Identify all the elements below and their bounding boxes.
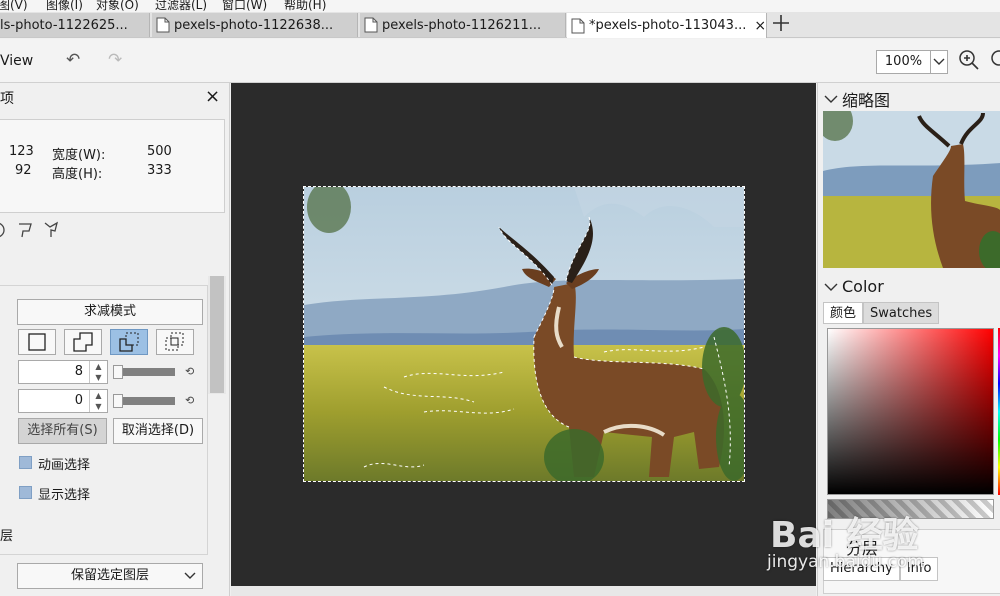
menu-image[interactable]: 图像(I) bbox=[46, 0, 83, 12]
reset-icon[interactable]: ⟲ bbox=[185, 365, 194, 378]
baidu-watermark: Bai 经验 jingyan.baidu.com bbox=[765, 488, 1000, 578]
document-tab-label: *pexels-photo-113043... bbox=[589, 18, 747, 33]
menu-help[interactable]: 帮助(H) bbox=[284, 0, 326, 12]
replace-mode-icon bbox=[28, 333, 46, 351]
zoom-in-icon[interactable] bbox=[958, 49, 980, 75]
animate-selection-checkbox[interactable] bbox=[19, 456, 32, 469]
show-selection-label: 显示选择 bbox=[38, 488, 91, 503]
image-file-icon bbox=[156, 17, 170, 33]
feather-value: 8 bbox=[74, 364, 83, 379]
spin-down-icon[interactable]: ▼ bbox=[90, 401, 107, 412]
menu-filter[interactable]: 过滤器(L) bbox=[155, 0, 207, 12]
image-file-icon bbox=[571, 18, 585, 34]
slider-knob[interactable] bbox=[113, 365, 123, 379]
watermark-url: jingyan.baidu.com bbox=[767, 552, 924, 572]
chevron-down-icon bbox=[824, 95, 838, 103]
height-value: 333 bbox=[147, 163, 172, 178]
document-tab-3[interactable]: pexels-photo-1126211... bbox=[360, 13, 566, 37]
show-selection-checkbox[interactable] bbox=[19, 486, 32, 499]
magnetic-lasso-icon[interactable] bbox=[42, 221, 62, 243]
impala-photo bbox=[304, 187, 744, 481]
close-icon[interactable]: × bbox=[754, 18, 766, 34]
height-label: 高度(H): bbox=[52, 167, 103, 182]
selection-y-value: 92 bbox=[15, 163, 32, 178]
reset-icon[interactable]: ⟲ bbox=[185, 394, 194, 407]
zoom-combobox[interactable]: 100% bbox=[876, 50, 948, 74]
status-bar bbox=[231, 586, 816, 596]
close-icon[interactable]: × bbox=[205, 86, 220, 107]
spin-up-icon[interactable]: ▲ bbox=[90, 361, 107, 372]
tolerance-spinbox[interactable]: 0 ▲ ▼ bbox=[18, 389, 108, 413]
color-picker-field[interactable] bbox=[827, 328, 994, 495]
spin-up-icon[interactable]: ▲ bbox=[90, 390, 107, 401]
tab-color[interactable]: 颜色 bbox=[823, 302, 864, 324]
ellipse-select-icon[interactable] bbox=[0, 221, 8, 243]
tool-options-panel: 项 × 123 92 宽度(W): 500 高度(H): 333 求减模式 8 bbox=[0, 83, 230, 596]
tab-swatches[interactable]: Swatches bbox=[863, 302, 940, 324]
thumbnail-header[interactable]: 缩略图 bbox=[824, 87, 890, 111]
document-tab-label: ls-photo-1122625... bbox=[0, 17, 128, 33]
keep-selected-layer-dropdown[interactable]: 保留选定图层 bbox=[17, 563, 203, 589]
thumbnail-preview[interactable] bbox=[823, 111, 1000, 268]
toolbar: View ↶ ↷ 100% bbox=[0, 39, 1000, 83]
document-tab-bar: ls-photo-1122625... pexels-photo-1122638… bbox=[0, 12, 1000, 38]
thumbnail-image bbox=[823, 111, 1000, 268]
redo-icon[interactable]: ↷ bbox=[108, 50, 122, 70]
intersect-mode-button[interactable] bbox=[156, 329, 194, 355]
document-tab-active[interactable]: *pexels-photo-113043... × bbox=[567, 13, 767, 38]
selection-mode-button[interactable]: 求减模式 bbox=[17, 299, 203, 325]
document-tab-2[interactable]: pexels-photo-1122638... bbox=[152, 13, 358, 37]
union-mode-icon bbox=[73, 332, 93, 352]
intersect-mode-icon bbox=[165, 332, 184, 351]
zoom-fit-icon[interactable] bbox=[990, 49, 1000, 75]
layer-section-label: 层 bbox=[0, 529, 14, 544]
document-tab-label: pexels-photo-1126211... bbox=[382, 17, 542, 33]
chevron-down-icon bbox=[824, 283, 838, 291]
zoom-value: 100% bbox=[877, 51, 931, 73]
chevron-down-icon bbox=[184, 564, 196, 596]
panel-title: 项 bbox=[0, 91, 14, 107]
image-canvas[interactable] bbox=[303, 186, 745, 482]
slider-knob[interactable] bbox=[113, 394, 123, 408]
union-mode-button[interactable] bbox=[64, 329, 102, 355]
menubar: 图(V) 图像(I) 对象(O) 过滤器(L) 窗口(W) 帮助(H) bbox=[0, 0, 1000, 12]
canvas-area[interactable] bbox=[231, 83, 816, 586]
selection-shape-tools bbox=[0, 221, 62, 243]
color-tabs: 颜色 Swatches bbox=[823, 302, 940, 324]
animate-selection-label: 动画选择 bbox=[38, 458, 91, 473]
deselect-button[interactable]: 取消选择(D) bbox=[113, 418, 203, 444]
color-header[interactable]: Color bbox=[824, 277, 884, 296]
feather-slider[interactable] bbox=[113, 365, 175, 379]
width-value: 500 bbox=[147, 144, 172, 159]
exclude-mode-button[interactable] bbox=[110, 329, 148, 355]
select-all-button[interactable]: 选择所有(S) bbox=[18, 418, 107, 444]
scrollbar-thumb[interactable] bbox=[210, 276, 224, 393]
color-title: Color bbox=[842, 277, 884, 296]
replace-mode-button[interactable] bbox=[18, 329, 56, 355]
lasso-icon[interactable] bbox=[16, 221, 34, 243]
image-file-icon bbox=[364, 17, 378, 33]
width-label: 宽度(W): bbox=[52, 148, 106, 163]
selection-x-value: 123 bbox=[9, 144, 34, 159]
watermark-logo-text: Bai 经验 bbox=[770, 515, 919, 556]
tolerance-slider[interactable] bbox=[113, 394, 175, 408]
chevron-down-icon[interactable] bbox=[931, 58, 947, 66]
thumbnail-title: 缩略图 bbox=[842, 91, 891, 110]
menu-view[interactable]: 图(V) bbox=[0, 0, 28, 12]
menu-object[interactable]: 对象(O) bbox=[96, 0, 139, 12]
tolerance-value: 0 bbox=[74, 393, 83, 408]
feather-spinbox[interactable]: 8 ▲ ▼ bbox=[18, 360, 108, 384]
exclude-mode-icon bbox=[119, 332, 139, 352]
new-tab-plus-icon[interactable] bbox=[772, 14, 790, 35]
selection-info-box: 123 92 宽度(W): 500 高度(H): 333 bbox=[0, 119, 225, 213]
view-menu-button[interactable]: View bbox=[0, 53, 33, 69]
undo-icon[interactable]: ↶ bbox=[66, 50, 80, 70]
document-tab-label: pexels-photo-1122638... bbox=[174, 17, 334, 33]
keep-selected-layer-label: 保留选定图层 bbox=[70, 568, 149, 583]
spin-down-icon[interactable]: ▼ bbox=[90, 372, 107, 383]
document-tab-1[interactable]: ls-photo-1122625... bbox=[0, 13, 150, 37]
menu-window[interactable]: 窗口(W) bbox=[222, 0, 267, 12]
